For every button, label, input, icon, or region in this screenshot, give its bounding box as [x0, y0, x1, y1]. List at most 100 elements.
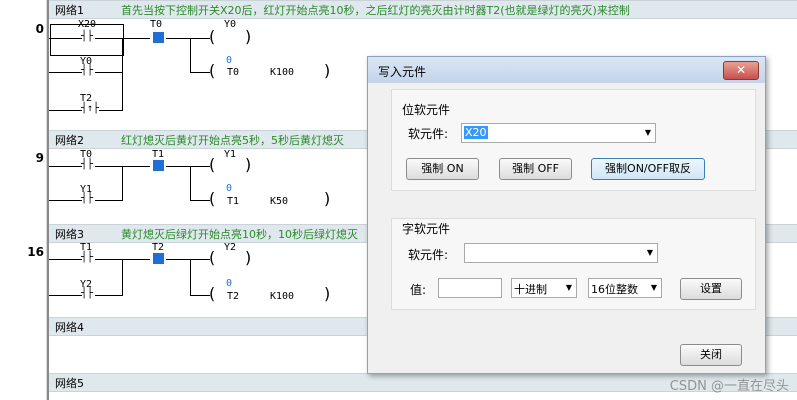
- timer-label: T1: [227, 196, 240, 207]
- wire: [190, 259, 191, 295]
- network-header[interactable]: 网络1 首先当按下控制开关X20后，红灯开始点亮10秒，之后红灯的亮灭由计时器T…: [49, 0, 797, 19]
- chevron-down-icon[interactable]: ▼: [566, 283, 572, 292]
- timer-setpoint: K100: [270, 291, 295, 302]
- dialog-title-bar[interactable]: 写入元件 ✕: [368, 57, 765, 83]
- wire: [99, 110, 123, 111]
- chevron-down-icon[interactable]: ▼: [651, 283, 657, 292]
- contact-label: X20: [78, 19, 97, 30]
- wire: [190, 166, 191, 200]
- wire: [49, 259, 82, 260]
- coil-symbol[interactable]: (: [209, 248, 215, 267]
- timer-coil-symbol[interactable]: (: [209, 284, 215, 303]
- network-comment: 首先当按下控制开关X20后，红灯开始点亮10秒，之后红灯的亮灭由计时器T2(也就…: [121, 4, 630, 17]
- set-button[interactable]: 设置: [680, 278, 742, 300]
- value-label: 值:: [410, 283, 427, 297]
- step-number: 9: [35, 151, 44, 165]
- step-number: 16: [27, 245, 44, 259]
- wire: [95, 72, 123, 73]
- timer-coil-symbol[interactable]: (: [209, 61, 215, 80]
- contact-label: T0: [150, 19, 163, 30]
- contact-label: T2: [152, 242, 165, 253]
- coil-symbol: ): [324, 284, 331, 303]
- network-comment: 红灯熄灭后黄灯开始点亮5秒，5秒后黄灯熄灭: [121, 134, 344, 147]
- wire: [166, 38, 210, 39]
- wire: [122, 166, 123, 201]
- coil-symbol: ): [324, 61, 331, 80]
- contact-t0-active[interactable]: [153, 32, 164, 43]
- radix-select[interactable]: 十进制 ▼: [511, 278, 577, 298]
- contact-t2-active[interactable]: [153, 253, 164, 264]
- timer-current-value: 0: [226, 55, 233, 66]
- force-toggle-button[interactable]: 强制ON/OFF取反: [591, 158, 705, 180]
- watermark: CSDN @一直在尽头: [669, 379, 789, 394]
- close-button[interactable]: 关闭: [680, 344, 742, 366]
- radix-value: 十进制: [514, 283, 547, 296]
- bit-device-value: X20: [464, 126, 488, 139]
- network-name: 网络5: [55, 377, 84, 390]
- wire: [49, 295, 82, 296]
- wire: [49, 110, 82, 111]
- network-name: 网络1: [55, 4, 84, 17]
- network-comment: 黄灯熄灭后绿灯开始点亮10秒，10秒后绿灯熄灭: [121, 228, 358, 241]
- chevron-down-icon[interactable]: ▼: [645, 128, 651, 137]
- step-gutter: [0, 0, 47, 400]
- bit-group-title: 位软元件: [402, 103, 451, 117]
- wire: [49, 38, 82, 39]
- word-device-combo[interactable]: ▼: [464, 243, 658, 263]
- close-icon[interactable]: ✕: [723, 61, 759, 80]
- timer-setpoint: K100: [270, 67, 295, 78]
- word-group-title: 字软元件: [402, 222, 451, 236]
- wire: [49, 166, 82, 167]
- wire: [49, 72, 82, 73]
- wire: [190, 200, 210, 201]
- contact-symbol[interactable]: ┤├: [81, 288, 93, 299]
- contact-symbol[interactable]: ┤├: [81, 193, 93, 204]
- wire: [122, 259, 123, 296]
- step-number: 0: [35, 22, 44, 36]
- force-on-button[interactable]: 强制 ON: [406, 158, 479, 180]
- write-device-dialog: 写入元件 ✕ 位软元件 软元件: X20 ▼ 强制 ON 强制 OFF 强制ON…: [367, 56, 766, 374]
- coil-label: Y2: [224, 242, 237, 253]
- contact-symbol[interactable]: ┤├: [81, 252, 93, 263]
- wire: [122, 38, 123, 111]
- chevron-down-icon[interactable]: ▼: [647, 248, 653, 257]
- contact-label: T1: [152, 149, 165, 160]
- datatype-select[interactable]: 16位整数 ▼: [588, 278, 662, 298]
- timer-label: T2: [227, 291, 240, 302]
- network-name: 网络4: [55, 321, 84, 334]
- wire: [95, 295, 123, 296]
- bit-device-combo[interactable]: X20 ▼: [461, 123, 656, 143]
- bit-device-label: 软元件:: [408, 127, 449, 141]
- wire: [190, 295, 210, 296]
- coil-symbol[interactable]: (: [209, 27, 215, 46]
- contact-symbol[interactable]: ┤├: [81, 159, 93, 170]
- contact-t1-active[interactable]: [153, 160, 164, 171]
- coil-symbol[interactable]: (: [209, 155, 215, 174]
- coil-label: Y0: [224, 19, 237, 30]
- timer-current-value: 0: [226, 183, 233, 194]
- contact-symbol[interactable]: ┤├: [81, 31, 93, 42]
- wire: [49, 200, 82, 201]
- wire: [95, 200, 123, 201]
- coil-symbol: ): [324, 189, 331, 208]
- coil-symbol: ): [245, 27, 252, 46]
- force-off-button[interactable]: 强制 OFF: [499, 158, 572, 180]
- network-name: 网络3: [55, 228, 84, 241]
- coil-symbol: ): [245, 248, 252, 267]
- timer-coil-symbol[interactable]: (: [209, 189, 215, 208]
- timer-setpoint: K50: [270, 196, 289, 207]
- contact-symbol[interactable]: ┤↑├: [81, 103, 99, 114]
- wire: [190, 72, 210, 73]
- dialog-title: 写入元件: [378, 65, 427, 79]
- wire: [190, 38, 191, 72]
- coil-symbol: ): [245, 155, 252, 174]
- contact-symbol[interactable]: ┤├: [81, 65, 93, 76]
- timer-label: T0: [227, 67, 240, 78]
- word-device-label: 软元件:: [408, 248, 449, 262]
- coil-label: Y1: [224, 149, 237, 160]
- wire: [166, 166, 210, 167]
- value-input[interactable]: [438, 278, 502, 298]
- timer-current-value: 0: [226, 278, 233, 289]
- network-name: 网络2: [55, 134, 84, 147]
- wire: [166, 259, 210, 260]
